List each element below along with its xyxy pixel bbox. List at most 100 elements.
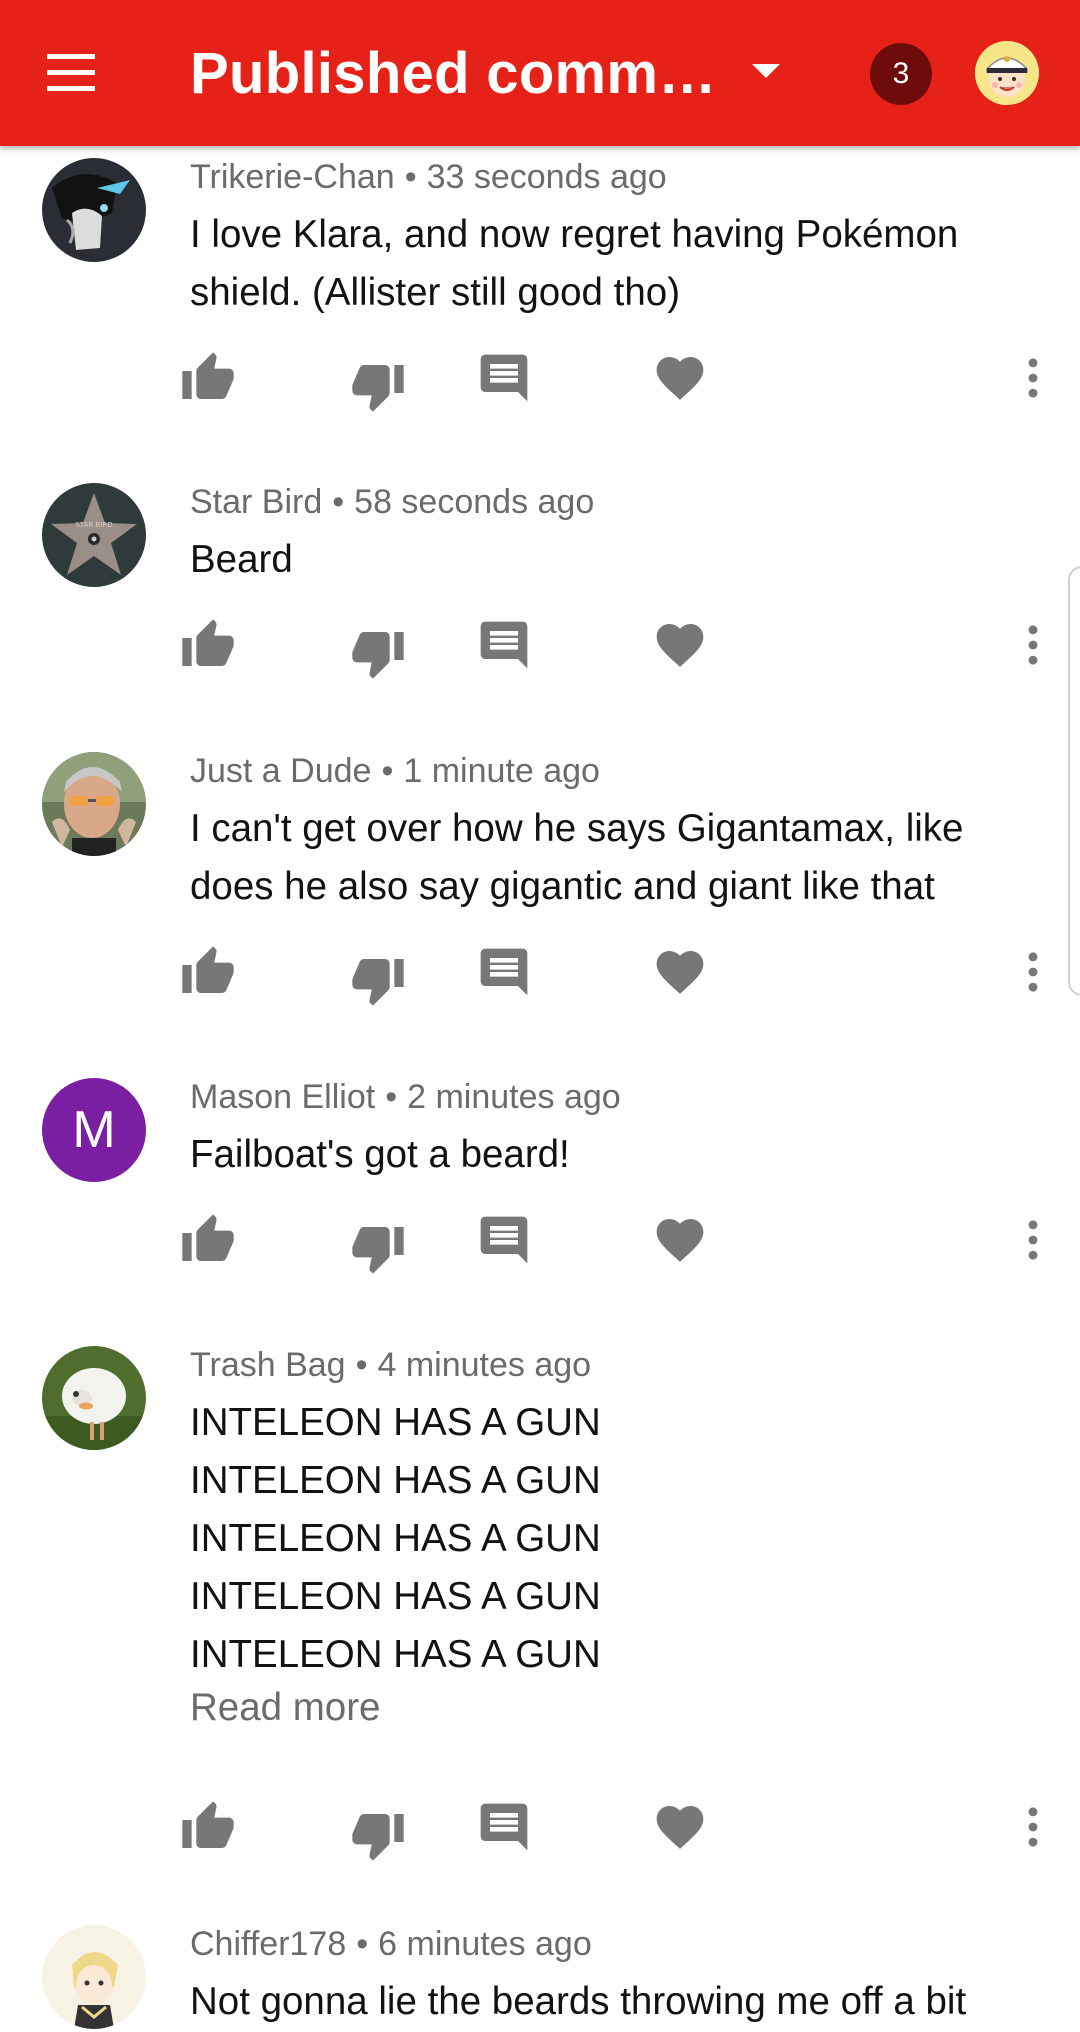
heart-icon [656, 624, 704, 667]
comment-meta: Mason Elliot • 2 minutes ago [190, 1078, 621, 1117]
avatar-image [42, 1346, 146, 1450]
avatar-image [42, 1925, 146, 2029]
more-options-button[interactable] [1005, 1799, 1061, 1855]
comment-line: shield. (Allister still good tho) [190, 271, 681, 314]
like-button[interactable] [180, 350, 236, 406]
comment-time: 33 seconds ago [426, 158, 667, 196]
dislike-button[interactable] [350, 1807, 406, 1863]
notification-badge[interactable]: 3 [870, 43, 932, 105]
comment-actions [0, 1799, 1080, 1861]
heart-button[interactable] [652, 350, 708, 406]
comment-meta: Star Bird • 58 seconds ago [190, 483, 594, 522]
heart-button[interactable] [652, 1212, 708, 1268]
comment-meta: Trash Bag • 4 minutes ago [190, 1346, 591, 1385]
dislike-button[interactable] [350, 358, 406, 414]
dislike-button[interactable] [350, 952, 406, 1008]
comment-time: 6 minutes ago [378, 1925, 592, 1963]
hamburger-icon-line [47, 86, 95, 91]
comment-author[interactable]: Mason Elliot [190, 1078, 375, 1116]
reply-button[interactable] [476, 1212, 532, 1268]
comment-actions [0, 1212, 1080, 1274]
commenter-avatar[interactable]: STAR BIRD [42, 483, 146, 587]
comment-line: Failboat's got a beard! [190, 1133, 570, 1176]
thumb-down-icon [352, 1814, 404, 1861]
more-options-button[interactable] [1005, 944, 1061, 1000]
more-vert-icon [1028, 1220, 1038, 1260]
heart-icon [656, 951, 704, 994]
comment-author[interactable]: Chiffer178 [190, 1925, 346, 1963]
commenter-avatar[interactable] [42, 1925, 146, 2029]
comment-icon [480, 621, 528, 669]
more-options-button[interactable] [1005, 1212, 1061, 1268]
heart-icon [656, 357, 704, 400]
filter-dropdown-button[interactable] [744, 50, 788, 94]
comment-author[interactable]: Trash Bag [190, 1346, 346, 1384]
comment-text: Failboat's got a beard! [190, 1126, 1030, 1184]
comment-meta: Trikerie-Chan • 33 seconds ago [190, 158, 667, 197]
hamburger-icon-line [47, 54, 95, 59]
thumb-up-icon [182, 1214, 234, 1261]
page-title: Published comm… [190, 41, 717, 106]
comment-icon [480, 354, 528, 402]
comment-line: I can't get over how he says Gigantamax,… [190, 807, 964, 850]
comment-line: INTELEON HAS A GUN [190, 1459, 601, 1502]
commenter-avatar[interactable]: M [42, 1078, 146, 1182]
comment-icon [480, 1216, 528, 1264]
comment-actions [0, 617, 1080, 679]
account-avatar[interactable] [975, 41, 1039, 105]
like-button[interactable] [180, 617, 236, 673]
commenter-avatar[interactable] [42, 1346, 146, 1450]
fast-scroll-handle[interactable] [1068, 566, 1080, 996]
comment-icon [480, 948, 528, 996]
reply-button[interactable] [476, 1799, 532, 1855]
comment-text: Not gonna lie the beards throwing me off… [190, 1973, 1030, 2031]
comment-time: 58 seconds ago [354, 483, 595, 521]
reply-button[interactable] [476, 617, 532, 673]
heart-button[interactable] [652, 1799, 708, 1855]
avatar-star-text: STAR BIRD [75, 521, 112, 529]
comment-author[interactable]: Just a Dude [190, 752, 371, 790]
menu-button[interactable] [44, 50, 100, 96]
heart-icon [656, 1806, 704, 1849]
reply-button[interactable] [476, 944, 532, 1000]
heart-icon [656, 1219, 704, 1262]
thumb-up-icon [182, 352, 234, 399]
separator-dot: • [356, 1925, 369, 1963]
separator-dot: • [385, 1078, 398, 1116]
heart-button[interactable] [652, 617, 708, 673]
thumb-up-icon [182, 1801, 234, 1848]
comment-time: 4 minutes ago [377, 1346, 592, 1384]
commenter-avatar[interactable] [42, 158, 146, 262]
comment-line: Beard [190, 538, 293, 581]
comment-text: I love Klara, and now regret having Poké… [190, 206, 1030, 322]
dislike-button[interactable] [350, 1220, 406, 1276]
more-vert-icon [1028, 952, 1038, 992]
comment-line: does he also say gigantic and giant like… [190, 865, 935, 908]
comment-author[interactable]: Trikerie-Chan [190, 158, 395, 196]
like-button[interactable] [180, 1212, 236, 1268]
hamburger-icon-line [47, 70, 95, 75]
comment-time: 2 minutes ago [407, 1078, 621, 1116]
like-button[interactable] [180, 944, 236, 1000]
avatar-image: STAR BIRD [42, 483, 146, 587]
more-options-button[interactable] [1005, 617, 1061, 673]
dislike-button[interactable] [350, 625, 406, 681]
reply-button[interactable] [476, 350, 532, 406]
commenter-avatar[interactable] [42, 752, 146, 856]
read-more-link[interactable]: Read more [190, 1686, 380, 1730]
more-options-button[interactable] [1005, 350, 1061, 406]
heart-button[interactable] [652, 944, 708, 1000]
like-button[interactable] [180, 1799, 236, 1855]
more-vert-icon [1028, 625, 1038, 665]
separator-dot: • [355, 1346, 368, 1384]
comment-line: INTELEON HAS A GUN [190, 1517, 601, 1560]
comment-text: I can't get over how he says Gigantamax,… [190, 800, 1030, 916]
thumb-up-icon [182, 946, 234, 993]
comment-icon [480, 1803, 528, 1851]
app-bar: Published comm… 3 [0, 0, 1080, 146]
avatar-illustration [975, 41, 1039, 105]
comment-line: INTELEON HAS A GUN [190, 1401, 601, 1444]
thumb-down-icon [352, 365, 404, 412]
comment-author[interactable]: Star Bird [190, 483, 322, 521]
thumb-down-icon [352, 1227, 404, 1274]
